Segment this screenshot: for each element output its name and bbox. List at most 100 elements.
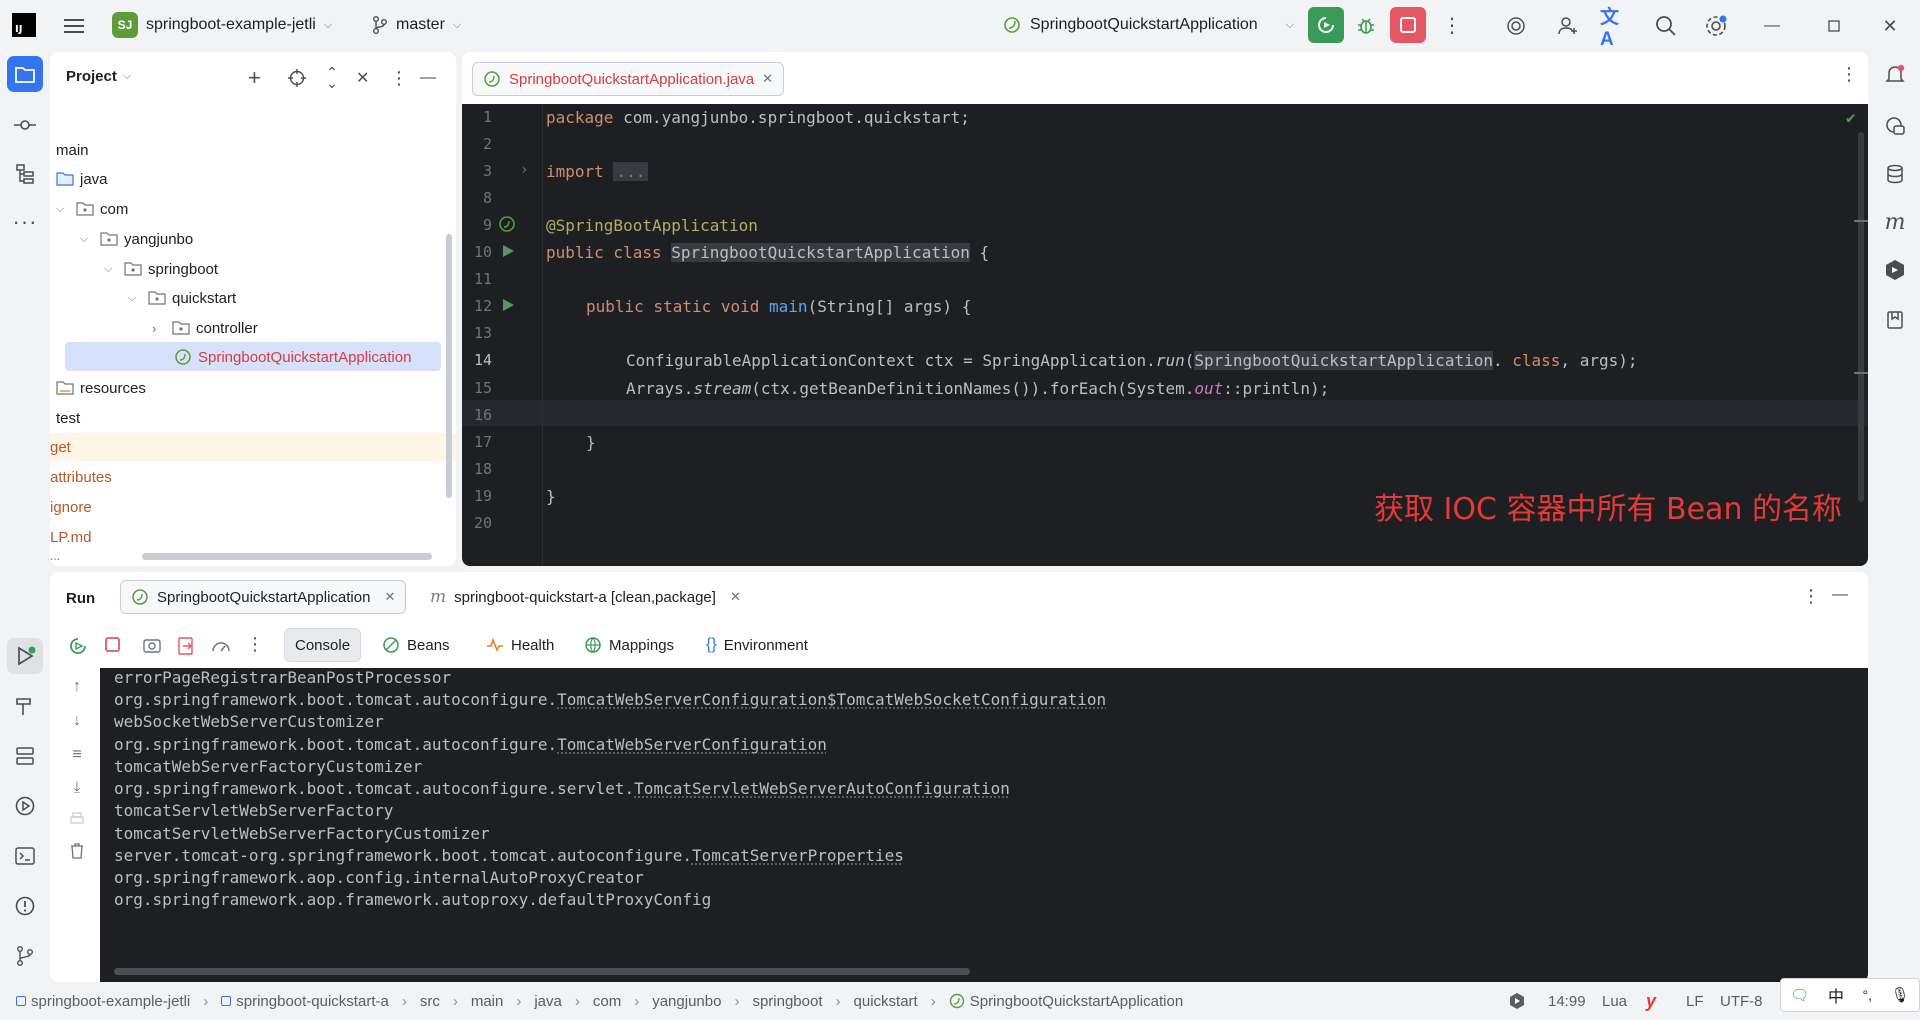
tree-item-lp-md[interactable]: LP.md	[50, 523, 91, 551]
bookmarks-button[interactable]	[1877, 302, 1913, 338]
language-indicator[interactable]: Lua	[1602, 982, 1627, 1020]
expand-all-button[interactable]: ⌃ ⌄	[326, 62, 338, 94]
run-tool-button[interactable]	[7, 638, 43, 674]
commit-tool-button[interactable]	[7, 107, 43, 143]
tree-item-springboot-application[interactable]: SpringbootQuickstartApplication	[174, 343, 411, 371]
new-file-button[interactable]: +	[248, 62, 261, 94]
git-tool-button[interactable]	[7, 938, 43, 974]
run-gutter-icon[interactable]	[500, 297, 516, 313]
line-separator[interactable]: LF	[1686, 982, 1704, 1020]
tab-environment[interactable]: {} Environment	[696, 628, 818, 662]
terminal-tool-button[interactable]	[7, 838, 43, 874]
close-tab-icon[interactable]: ✕	[762, 71, 773, 87]
more-actions-button[interactable]: ⋮	[1436, 10, 1468, 42]
editor-tabs-menu-icon[interactable]: ⋮	[1840, 64, 1858, 85]
tree-item-main[interactable]: main	[56, 136, 89, 164]
stop-button[interactable]	[104, 636, 122, 654]
maximize-button[interactable]	[1818, 10, 1850, 42]
breadcrumb-item[interactable]: src	[420, 993, 440, 1010]
ai-assistant-button[interactable]	[1500, 10, 1532, 42]
soft-wrap-button[interactable]: ≡	[66, 744, 88, 766]
code-with-me-button[interactable]	[1552, 10, 1584, 42]
folded-imports[interactable]: ...	[613, 162, 649, 181]
no-problems-check-icon[interactable]: ✔	[1846, 108, 1856, 127]
console-link[interactable]: TomcatServerProperties	[692, 846, 904, 865]
fold-chevron-icon[interactable]: ›	[520, 162, 528, 178]
close-tab-icon[interactable]: ✕	[384, 589, 395, 605]
translate-button[interactable]: 文A	[1600, 7, 1632, 50]
tree-item-java[interactable]: java	[56, 165, 108, 193]
tree-item-ignore[interactable]: ignore	[50, 493, 92, 521]
minimize-button[interactable]: —	[1756, 10, 1788, 42]
tree-item-test[interactable]: test	[56, 404, 80, 432]
screenshot-button[interactable]	[142, 636, 162, 654]
maven-button[interactable]: m	[1877, 204, 1913, 240]
app-logo[interactable]: IJ	[12, 0, 36, 50]
structure-tool-button[interactable]	[7, 156, 43, 192]
close-tab-icon[interactable]: ✕	[730, 589, 741, 605]
build-tool-button[interactable]	[7, 688, 43, 724]
breadcrumb-item[interactable]: main	[471, 993, 504, 1010]
tab-console[interactable]: Console	[284, 628, 362, 662]
console-horizontal-scrollbar[interactable]	[114, 968, 970, 975]
project-tool-button[interactable]	[7, 56, 43, 92]
horizontal-scrollbar[interactable]	[142, 553, 432, 560]
scroll-down-button[interactable]: ↓	[66, 710, 88, 732]
run-tab-maven[interactable]: m springboot-quickstart-a [clean,package…	[420, 580, 751, 614]
tab-health[interactable]: Health	[476, 628, 564, 662]
notifications-button[interactable]	[1877, 56, 1913, 92]
performance-button[interactable]	[210, 636, 232, 656]
vertical-scrollbar[interactable]	[446, 234, 452, 498]
ime-punctuation-icon[interactable]: °,	[1863, 987, 1873, 1003]
tree-item-quickstart[interactable]: ⌵ quickstart	[128, 284, 236, 312]
breadcrumb-item[interactable]: springboot-quickstart-a	[236, 993, 389, 1010]
plugin-button[interactable]	[1877, 252, 1913, 288]
problems-tool-button[interactable]	[7, 888, 43, 924]
breadcrumb-item[interactable]: springboot-example-jetli	[31, 993, 190, 1010]
database-button[interactable]	[1877, 156, 1913, 192]
main-menu-button[interactable]	[58, 10, 90, 42]
run-gutter-icon[interactable]	[500, 243, 516, 259]
spring-bean-gutter-icon[interactable]	[498, 215, 516, 233]
tree-item-yangjunbo[interactable]: ⌵ yangjunbo	[80, 225, 193, 253]
collapse-all-button[interactable]: ✕	[356, 62, 369, 94]
run-config-selector[interactable]: SpringbootQuickstartApplication ⌵	[1002, 0, 1294, 50]
run-tab-application[interactable]: SpringbootQuickstartApplication ✕	[120, 580, 407, 614]
file-encoding[interactable]: UTF-8	[1720, 982, 1763, 1020]
branch-switcher[interactable]: master ⌵	[372, 0, 461, 50]
microphone-icon[interactable]: 🎙	[1891, 986, 1910, 1004]
tree-item-more[interactable]: ...	[50, 548, 60, 564]
tree-item-com[interactable]: ⌵ com	[56, 195, 128, 223]
run-options-button[interactable]: ⋮	[1802, 586, 1820, 607]
project-panel-title[interactable]: Project ⌵	[66, 68, 131, 85]
tree-item-attributes[interactable]: attributes	[50, 463, 112, 491]
youdao-translate-icon[interactable]: y	[1646, 982, 1656, 1020]
console-link[interactable]: TomcatWebServerConfiguration$TomcatWebSo…	[557, 690, 1106, 709]
stop-button[interactable]	[1390, 7, 1426, 43]
tab-mappings[interactable]: Mappings	[574, 628, 684, 662]
console-link[interactable]: TomcatServletWebServerAutoConfiguration	[634, 779, 1010, 798]
scroll-to-end-button[interactable]: ⤓	[66, 776, 88, 798]
tree-item-springboot[interactable]: ⌵ springboot	[104, 255, 218, 283]
clear-console-button[interactable]	[66, 840, 88, 862]
ime-toolbar[interactable]: 🗨 中 °, 🎙	[1780, 978, 1920, 1012]
services-tool-button[interactable]	[7, 738, 43, 774]
hide-run-panel-button[interactable]: —	[1832, 586, 1848, 604]
rerun-button[interactable]	[68, 636, 88, 656]
caret-position[interactable]: 14:99	[1548, 982, 1586, 1020]
more-tools-button[interactable]: ···	[7, 204, 43, 240]
tree-item-resources[interactable]: resources	[56, 374, 146, 402]
project-options-button[interactable]: ⋮	[390, 62, 408, 94]
locate-button[interactable]	[288, 62, 306, 94]
breadcrumb-item[interactable]: com	[593, 993, 621, 1010]
breadcrumb-item[interactable]: quickstart	[854, 993, 918, 1010]
print-button[interactable]	[66, 808, 88, 830]
rerun-button[interactable]	[1308, 7, 1344, 43]
tab-beans[interactable]: Beans	[372, 628, 460, 662]
more-run-actions-button[interactable]: ⋮	[246, 634, 264, 655]
project-switcher[interactable]: SJ springboot-example-jetli ⌵	[112, 0, 332, 50]
plugin-status-button[interactable]	[1508, 982, 1526, 1020]
exit-button[interactable]	[176, 636, 196, 656]
editor-tab-active[interactable]: SpringbootQuickstartApplication.java ✕	[472, 62, 785, 96]
console-link[interactable]: TomcatWebServerConfiguration	[557, 735, 827, 754]
